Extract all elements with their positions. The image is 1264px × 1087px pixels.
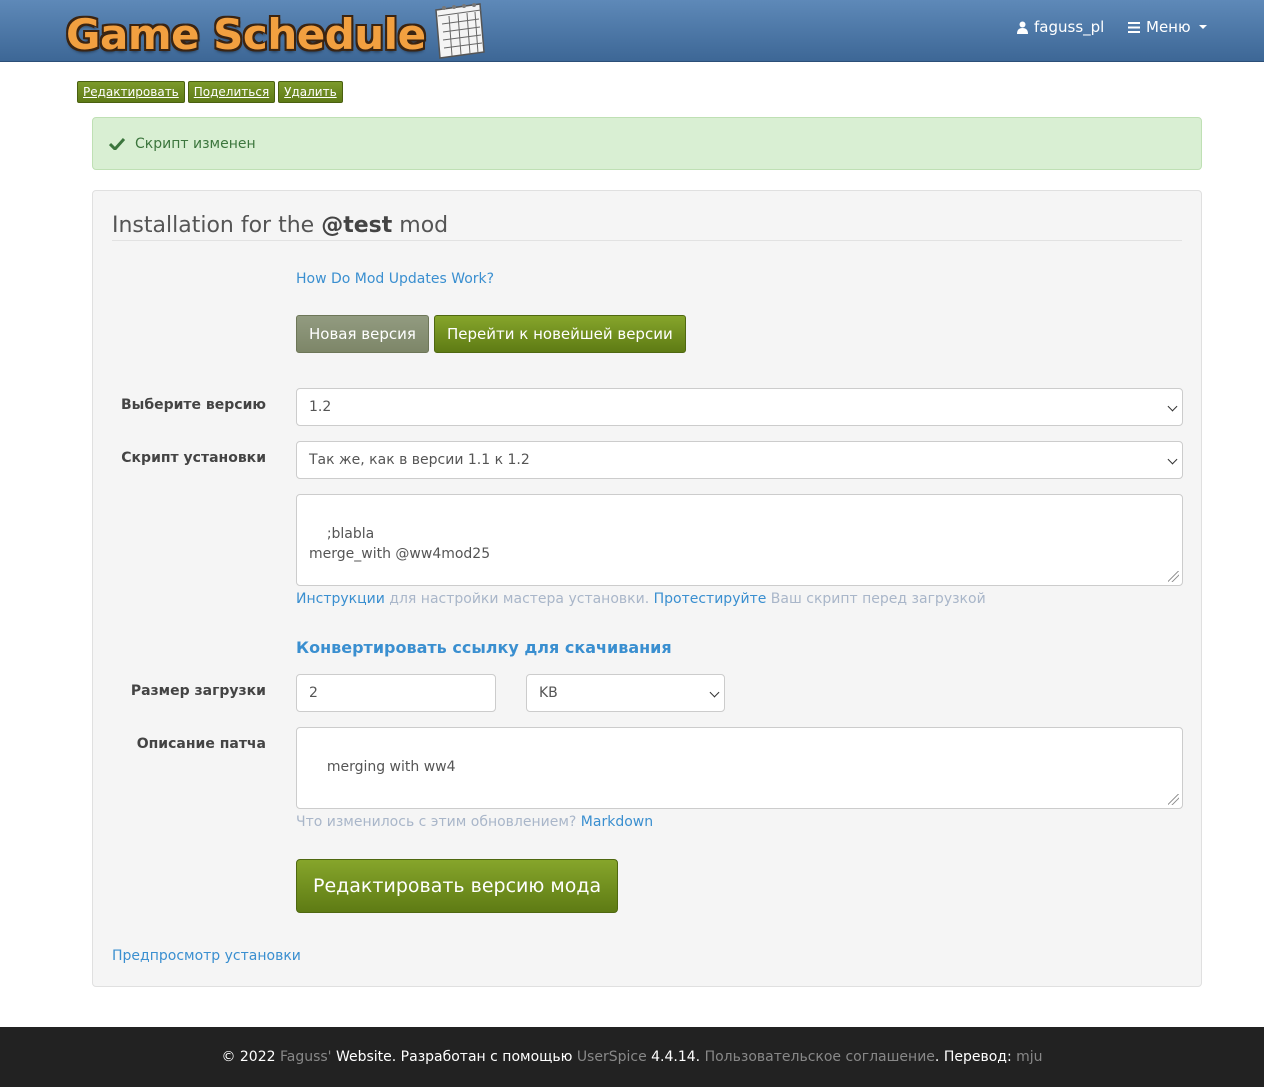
chevron-down-icon: [1167, 454, 1178, 465]
caret-down-icon: [1198, 25, 1207, 29]
patch-help: Что изменилось с этим обновлением? Markd…: [296, 814, 654, 830]
resize-handle-icon[interactable]: [1168, 794, 1179, 805]
new-version-button[interactable]: Новая версия: [296, 315, 429, 353]
success-alert: Скрипт изменен: [92, 117, 1202, 170]
user-agreement-link[interactable]: Пользовательское соглашение: [705, 1049, 935, 1065]
delete-button[interactable]: Удалить: [278, 81, 343, 103]
site-logo[interactable]: Game Schedule: [66, 2, 488, 60]
script-textarea[interactable]: ;blabla merge_with @ww4mod25: [296, 494, 1183, 586]
size-unit-select[interactable]: KB: [526, 674, 725, 712]
panel-title: Installation for the @test mod: [112, 213, 449, 238]
convert-download-link[interactable]: Конвертировать ссылку для скачивания: [296, 638, 672, 657]
divider: [112, 240, 1182, 241]
version-label: Выберите версию: [120, 397, 266, 413]
size-input[interactable]: 2: [296, 674, 496, 712]
owner-link[interactable]: Faguss': [280, 1049, 332, 1065]
mod-name: @test: [321, 213, 393, 238]
share-button[interactable]: Поделиться: [187, 81, 276, 103]
user-menu[interactable]: faguss_pl: [1017, 18, 1104, 36]
patch-label: Описание патча: [136, 736, 266, 752]
script-help: Инструкции для настройки мастера установ…: [296, 591, 986, 607]
resize-handle-icon[interactable]: [1168, 571, 1179, 582]
navbar: Game Schedule faguss_pl Меню: [0, 0, 1264, 62]
userspice-link[interactable]: UserSpice: [577, 1049, 647, 1065]
size-label: Размер загрузки: [130, 683, 266, 699]
patch-description-textarea[interactable]: merging with ww4: [296, 727, 1183, 809]
chevron-down-icon: [1167, 401, 1178, 412]
latest-version-button[interactable]: Перейти к новейшей версии: [434, 315, 686, 353]
test-script-link[interactable]: Протестируйте: [654, 591, 767, 607]
main-menu-dropdown[interactable]: Меню: [1128, 18, 1207, 36]
translator-link[interactable]: mju: [1016, 1049, 1042, 1065]
submit-edit-version-button[interactable]: Редактировать версию мода: [296, 859, 619, 913]
checkmark-icon: [109, 137, 125, 150]
menu-label: Меню: [1146, 18, 1191, 36]
installation-panel: Installation for the @test mod How Do Mo…: [92, 190, 1202, 987]
mod-updates-help-link[interactable]: How Do Mod Updates Work?: [296, 271, 494, 287]
alert-message: Скрипт изменен: [135, 135, 256, 152]
preview-install-link[interactable]: Предпросмотр установки: [112, 948, 301, 964]
instructions-link[interactable]: Инструкции: [296, 591, 385, 607]
mod-actions: Редактировать Поделиться Удалить: [77, 81, 343, 103]
hamburger-icon: [1128, 21, 1140, 33]
version-select[interactable]: 1.2: [296, 388, 1183, 426]
chevron-down-icon: [709, 687, 720, 698]
logo-text: Game Schedule: [66, 10, 426, 59]
username-label: faguss_pl: [1034, 18, 1105, 36]
markdown-link[interactable]: Markdown: [581, 814, 653, 830]
user-icon: [1017, 21, 1028, 34]
script-label: Скрипт установки: [121, 450, 266, 466]
script-select[interactable]: Так же, как в версии 1.1 к 1.2: [296, 441, 1183, 479]
footer: © 2022 Faguss' Website. Разработан с пом…: [0, 1027, 1264, 1087]
edit-button[interactable]: Редактировать: [77, 81, 185, 103]
calendar-icon: [434, 3, 485, 59]
